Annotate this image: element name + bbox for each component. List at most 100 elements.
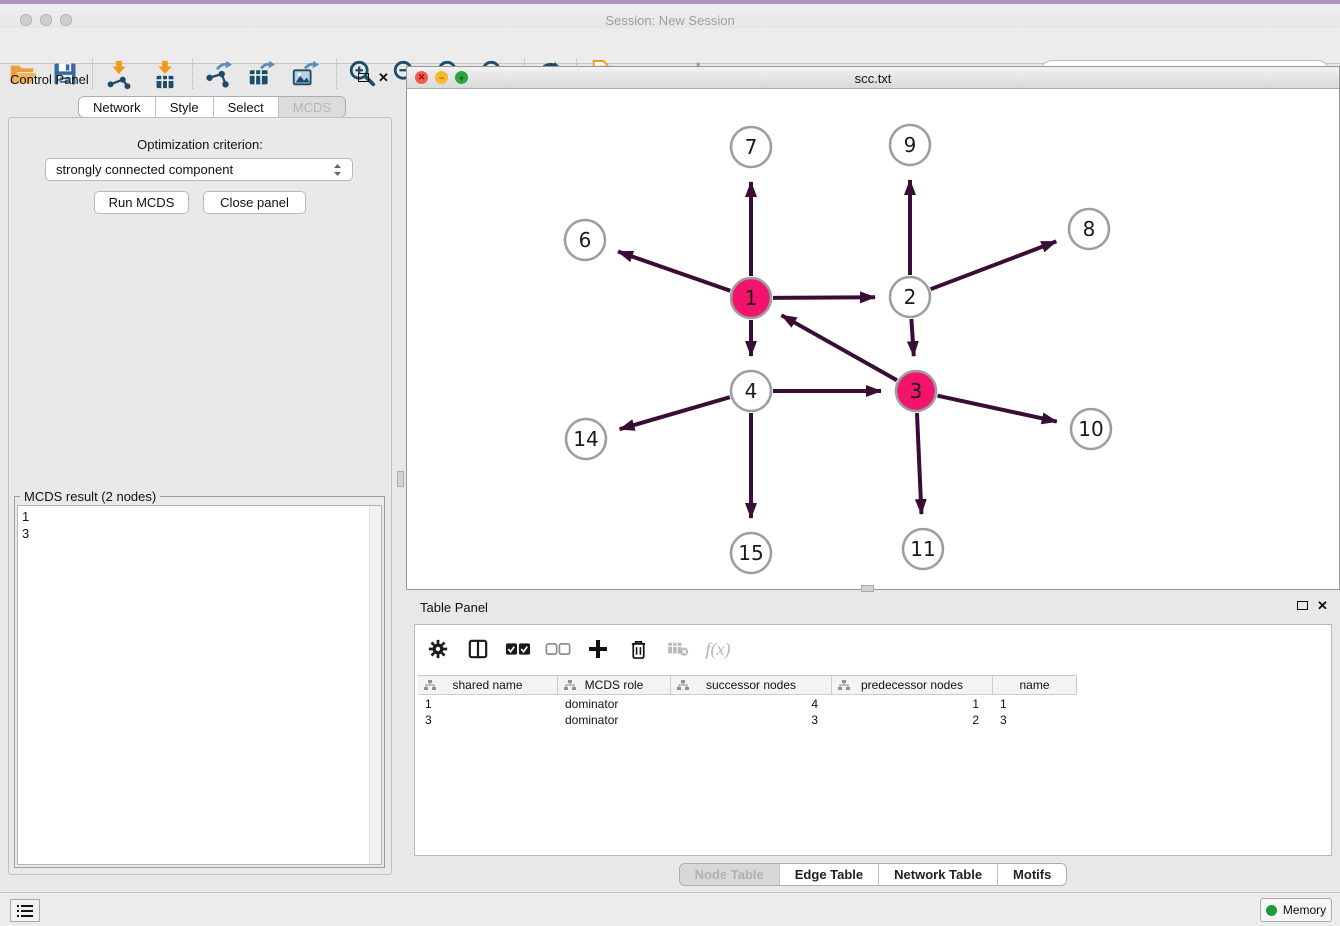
tab-node-table[interactable]: Node Table (680, 864, 780, 885)
mcds-result-title: MCDS result (2 nodes) (20, 489, 160, 504)
window-title: Session: New Session (0, 13, 1340, 28)
table-header-row: shared name MCDS role successor nodes pr… (418, 675, 1077, 695)
svg-text:2: 2 (904, 285, 917, 309)
edge-3-11 (917, 413, 921, 514)
export-table-icon[interactable] (244, 58, 278, 90)
list-icon (17, 904, 33, 918)
network-canvas[interactable]: 7 9 6 1 2 8 4 3 14 10 15 11 (407, 89, 1339, 589)
edge-3-1 (781, 315, 896, 380)
cell-name[interactable]: 3 (993, 712, 1077, 728)
svg-text:7: 7 (745, 135, 758, 159)
toolbar-separator (336, 59, 337, 89)
svg-text:15: 15 (738, 541, 763, 565)
criterion-dropdown-value: strongly connected component (56, 162, 233, 177)
edge-1-6 (618, 252, 730, 291)
import-network-icon[interactable] (102, 58, 136, 90)
svg-text:4: 4 (745, 379, 758, 403)
tab-edge-table[interactable]: Edge Table (780, 864, 879, 885)
column-type-icon (677, 680, 689, 691)
tab-style[interactable]: Style (156, 97, 214, 117)
column-header-name[interactable]: name (993, 676, 1077, 694)
node-table-container: f(x) shared name MCDS role successor nod… (414, 624, 1332, 856)
column-header-predecessor-nodes[interactable]: predecessor nodes (832, 676, 993, 694)
network-graph[interactable]: 7 9 6 1 2 8 4 3 14 10 15 11 (407, 89, 1339, 589)
cell-shared-name[interactable]: 1 (418, 696, 558, 712)
edge-1-2 (773, 297, 875, 298)
toolbar-separator (92, 59, 93, 89)
memory-status-dot (1266, 905, 1277, 916)
cell-predecessor-nodes[interactable]: 1 (832, 696, 993, 712)
column-type-icon (564, 680, 576, 691)
table-panel-buttons: ✕ (1297, 600, 1328, 611)
application-window: Session: New Session (0, 0, 1340, 926)
vertical-splitter-handle[interactable] (397, 471, 404, 487)
cell-predecessor-nodes[interactable]: 2 (832, 712, 993, 728)
table-row[interactable]: 1 dominator 4 1 1 (418, 696, 1077, 712)
tab-select[interactable]: Select (214, 97, 279, 117)
tab-network[interactable]: Network (79, 97, 156, 117)
column-header-shared-name[interactable]: shared name (418, 676, 558, 694)
result-scrollbar[interactable] (369, 506, 381, 864)
import-table-icon[interactable] (148, 58, 182, 90)
edge-4-14 (620, 397, 730, 429)
table-panel-title: Table Panel (420, 600, 488, 615)
delete-column-trash-icon[interactable] (625, 636, 651, 662)
edge-2-8 (931, 241, 1057, 289)
optimization-criterion-label: Optimization criterion: (8, 137, 392, 152)
cell-successor-nodes[interactable]: 3 (671, 712, 832, 728)
table-row[interactable]: 3 dominator 3 2 3 (418, 712, 1077, 728)
status-bar: Memory (0, 892, 1340, 926)
column-header-mcds-role[interactable]: MCDS role (558, 676, 671, 694)
mcds-result-values: 1 3 (22, 508, 29, 542)
cell-shared-name[interactable]: 3 (418, 712, 558, 728)
select-all-checkboxes-icon[interactable] (505, 636, 531, 662)
column-type-icon (424, 680, 436, 691)
chevron-up-down-icon (333, 163, 342, 177)
svg-text:8: 8 (1083, 217, 1096, 241)
network-window-title: scc.txt (407, 71, 1339, 86)
column-settings-gear-icon[interactable] (425, 636, 451, 662)
apply-function-fx-icon[interactable]: f(x) (705, 636, 731, 662)
control-panel-title: Control Panel (10, 72, 89, 87)
close-panel-button[interactable]: Close panel (203, 191, 306, 214)
svg-text:3: 3 (910, 379, 923, 403)
tab-mcds[interactable]: MCDS (279, 97, 345, 117)
deselect-all-checkboxes-icon[interactable] (545, 636, 571, 662)
svg-text:14: 14 (573, 427, 598, 451)
cell-name[interactable]: 1 (993, 696, 1077, 712)
edge-2-3 (911, 319, 913, 356)
control-panel-tabs: Network Style Select MCDS (78, 96, 346, 118)
svg-text:1: 1 (745, 286, 758, 310)
column-type-icon (838, 680, 850, 691)
cell-successor-nodes[interactable]: 4 (671, 696, 832, 712)
window-titlebar: Session: New Session (0, 4, 1340, 28)
tab-motifs[interactable]: Motifs (998, 864, 1066, 885)
float-panel-icon[interactable] (358, 73, 369, 82)
tab-network-table[interactable]: Network Table (879, 864, 998, 885)
cell-mcds-role[interactable]: dominator (558, 712, 671, 728)
delete-table-icon[interactable] (665, 636, 691, 662)
svg-text:6: 6 (579, 228, 592, 252)
split-view-icon[interactable] (465, 636, 491, 662)
close-panel-icon[interactable]: ✕ (1317, 600, 1328, 611)
export-image-icon[interactable] (288, 58, 322, 90)
horizontal-splitter-handle[interactable] (861, 585, 874, 592)
svg-text:9: 9 (904, 133, 917, 157)
memory-label: Memory (1283, 903, 1326, 917)
criterion-dropdown[interactable]: strongly connected component (45, 158, 353, 181)
cell-mcds-role[interactable]: dominator (558, 696, 671, 712)
float-panel-icon[interactable] (1297, 601, 1308, 610)
run-mcds-button[interactable]: Run MCDS (94, 191, 189, 214)
edge-3-10 (937, 396, 1056, 422)
svg-text:11: 11 (910, 537, 935, 561)
column-header-successor-nodes[interactable]: successor nodes (671, 676, 832, 694)
control-panel-buttons: ✕ (358, 72, 389, 83)
task-history-button[interactable] (10, 899, 40, 922)
mcds-result-textarea[interactable]: 1 3 (17, 505, 382, 865)
close-panel-icon[interactable]: ✕ (378, 72, 389, 83)
svg-text:10: 10 (1078, 417, 1103, 441)
export-network-icon[interactable] (201, 58, 235, 90)
memory-button[interactable]: Memory (1260, 898, 1332, 922)
main-toolbar (0, 28, 1340, 64)
create-column-plus-icon[interactable] (585, 636, 611, 662)
